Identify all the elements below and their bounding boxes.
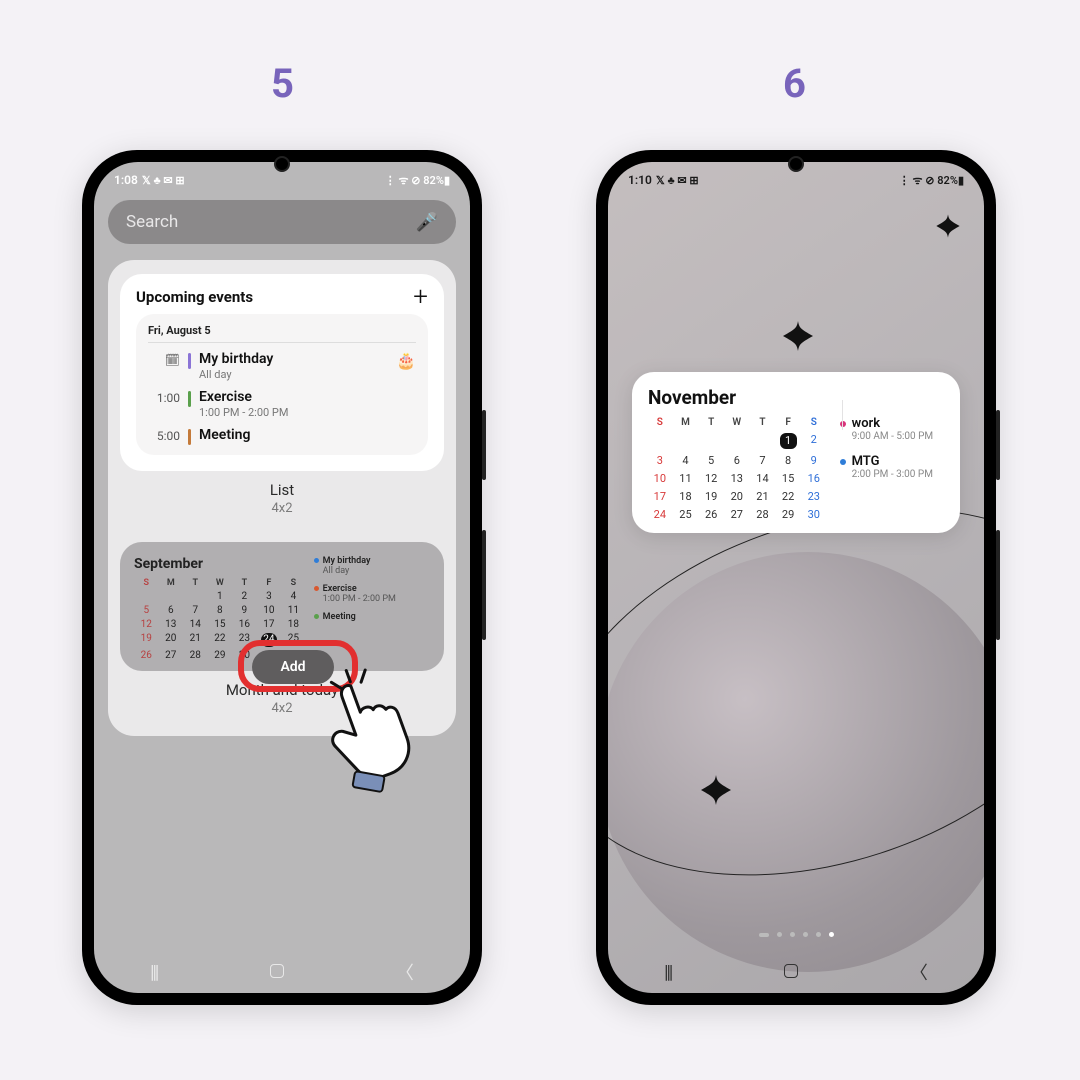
mic-icon[interactable]: 🎤	[416, 212, 438, 233]
tap-pointer-icon	[310, 660, 430, 804]
camera-punch-hole	[788, 156, 804, 172]
widget-name: List	[120, 481, 444, 499]
nav-back[interactable]: 〈	[910, 959, 928, 985]
step-number-6: 6	[783, 60, 806, 107]
nav-recents[interactable]: |||	[664, 962, 671, 983]
event-title: My birthday	[199, 351, 388, 367]
nav-back[interactable]: 〈	[396, 959, 414, 985]
sparkle-icon	[698, 772, 734, 808]
event-time: 1:00	[148, 389, 180, 405]
camera-punch-hole	[274, 156, 290, 172]
calendar-icon: 🗓	[148, 351, 180, 367]
screen-widget-picker: 1:08 𝕏 ♣ ✉ ⊞ ⋮ ᯤ ⊘ 82%▮ Search 🎤 Upcomin…	[94, 162, 470, 993]
widget-month-title: November	[648, 386, 826, 409]
event-title: Exercise	[199, 389, 416, 405]
event-list: Fri, August 5 🗓 My birthday All day 🎂 1:…	[136, 314, 428, 455]
status-time: 1:08	[114, 173, 138, 187]
nav-bar: ||| 〈	[608, 951, 984, 993]
calendar-widget[interactable]: November SMTWTFS123456789101112131415161…	[632, 372, 960, 533]
event-title: Meeting	[199, 427, 416, 443]
status-icons-left: 𝕏 ♣ ✉ ⊞	[142, 174, 185, 187]
step-number-5: 5	[271, 60, 294, 107]
search-input[interactable]: Search 🎤	[108, 200, 456, 244]
status-icons-right: ⋮ ᯤ ⊘ 82%▮	[385, 173, 450, 188]
cake-icon: 🎂	[396, 351, 416, 370]
mini-month-title: September	[134, 556, 306, 572]
event-row: 5:00 Meeting	[148, 427, 416, 445]
plus-icon[interactable]: +	[413, 291, 428, 304]
event-sub: All day	[199, 368, 388, 381]
event-row: 🗓 My birthday All day 🎂	[148, 351, 416, 381]
nav-home[interactable]	[270, 962, 284, 983]
sparkle-icon	[934, 212, 962, 240]
widget-dimensions: 4x2	[120, 501, 444, 516]
event-time: 5:00	[148, 427, 180, 443]
status-icons-right: ⋮ ᯤ ⊘ 82%▮	[899, 173, 964, 188]
status-time: 1:10	[628, 173, 652, 187]
phone-mockup-5: 1:08 𝕏 ♣ ✉ ⊞ ⋮ ᯤ ⊘ 82%▮ Search 🎤 Upcomin…	[82, 150, 482, 1005]
sparkle-icon	[780, 318, 816, 354]
event-sub: 1:00 PM - 2:00 PM	[199, 406, 416, 419]
widget-preview-list[interactable]: Upcoming events + Fri, August 5 🗓 My bir…	[120, 274, 444, 471]
upcoming-title: Upcoming events	[136, 288, 253, 306]
search-placeholder: Search	[126, 212, 178, 232]
screen-home[interactable]: 1:10 𝕏 ♣ ✉ ⊞ ⋮ ᯤ ⊘ 82%▮ November SMTWTFS…	[608, 162, 984, 993]
event-row: 1:00 Exercise 1:00 PM - 2:00 PM	[148, 389, 416, 419]
nav-home[interactable]	[784, 962, 798, 983]
nav-bar: ||| 〈	[94, 951, 470, 993]
status-icons-left: 𝕏 ♣ ✉ ⊞	[656, 174, 699, 187]
widget-picker-panel: Upcoming events + Fri, August 5 🗓 My bir…	[108, 260, 456, 736]
page-indicator[interactable]	[608, 932, 984, 937]
phone-mockup-6: 1:10 𝕏 ♣ ✉ ⊞ ⋮ ᯤ ⊘ 82%▮ November SMTWTFS…	[596, 150, 996, 1005]
event-date: Fri, August 5	[148, 324, 416, 343]
nav-recents[interactable]: |||	[150, 962, 157, 983]
